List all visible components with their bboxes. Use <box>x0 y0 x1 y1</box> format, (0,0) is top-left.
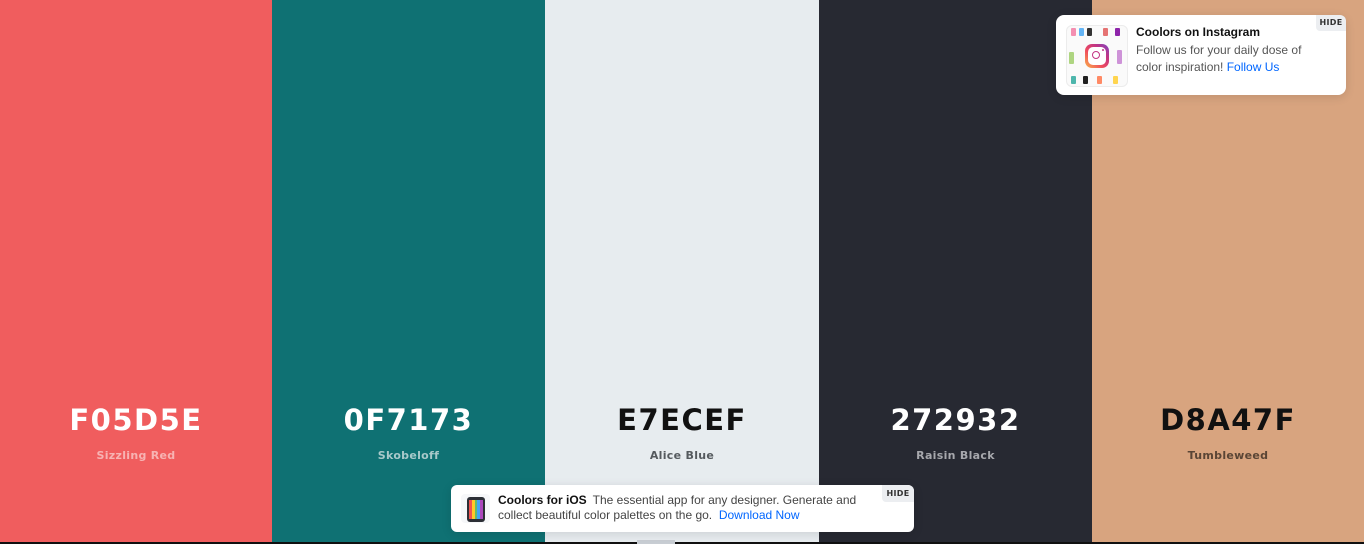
ios-card-text: Coolors for iOS The essential app for any… <box>498 493 868 523</box>
scroll-hint <box>637 540 675 544</box>
follow-us-link[interactable]: Follow Us <box>1227 60 1280 74</box>
color-swatch-3[interactable]: E7ECEF Alice Blue <box>545 0 819 542</box>
download-now-link[interactable]: Download Now <box>719 508 800 522</box>
color-name: Skobeloff <box>377 449 440 462</box>
hex-code[interactable]: 0F7173 <box>272 400 545 440</box>
hide-ios-card-button[interactable]: HIDE <box>882 485 914 502</box>
color-name: Alice Blue <box>649 449 715 462</box>
instagram-card-title: Coolors on Instagram <box>1136 25 1261 39</box>
color-swatch-4[interactable]: 272932 Raisin Black <box>819 0 1092 542</box>
ios-card-title: Coolors for iOS <box>498 493 587 507</box>
instagram-promo-card: Coolors on Instagram Follow us for your … <box>1056 15 1346 95</box>
color-name: Tumbleweed <box>1187 449 1269 462</box>
instagram-icon <box>1085 44 1109 68</box>
hex-code[interactable]: E7ECEF <box>545 400 819 440</box>
color-swatch-1[interactable]: F05D5E Sizzling Red <box>0 0 272 542</box>
hex-code[interactable]: F05D5E <box>0 400 272 440</box>
hex-code[interactable]: D8A47F <box>1092 400 1364 440</box>
hide-instagram-card-button[interactable]: HIDE <box>1316 15 1346 31</box>
instagram-thumbnail <box>1066 25 1128 87</box>
phone-app-icon <box>461 494 490 523</box>
color-swatch-2[interactable]: 0F7173 Skobeloff <box>272 0 545 542</box>
instagram-card-body: Follow us for your daily dose of color i… <box>1136 42 1326 76</box>
ios-promo-card: Coolors for iOS The essential app for any… <box>451 485 914 532</box>
hex-code[interactable]: 272932 <box>819 400 1092 440</box>
color-name: Raisin Black <box>916 449 995 462</box>
color-name: Sizzling Red <box>96 449 176 462</box>
